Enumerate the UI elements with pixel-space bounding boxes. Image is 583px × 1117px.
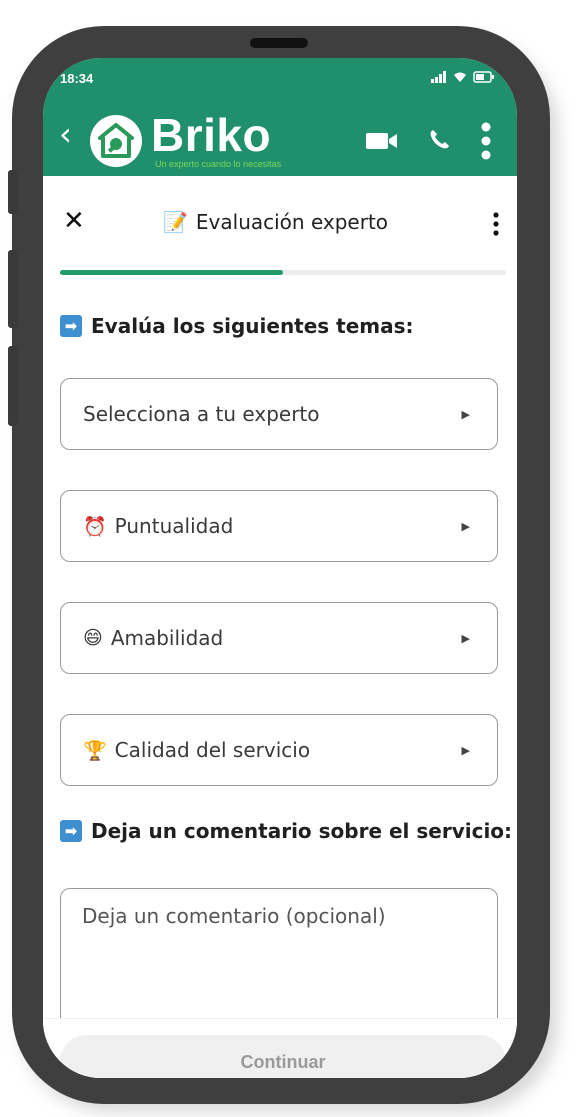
expert-select[interactable]: Selecciona a tu experto ▶ (60, 378, 498, 450)
screen: 18:34 ‹ Briko Un experto cuando lo neces… (43, 58, 517, 1078)
comment-heading-text: Deja un comentario sobre el servicio: (91, 819, 513, 843)
kindness-select[interactable]: 😄 Amabilidad ▶ (60, 602, 498, 674)
phone-icon[interactable] (427, 128, 451, 152)
wifi-icon (454, 72, 466, 82)
caret-right-icon: ▶ (461, 519, 470, 533)
page-title-text: Evaluación experto (195, 210, 389, 234)
punctuality-select-label: Puntualidad (114, 514, 234, 538)
status-time: 18:34 (60, 71, 94, 86)
close-icon[interactable]: ✕ (63, 208, 85, 234)
overflow-menu-icon[interactable] (481, 122, 491, 160)
service-quality-select[interactable]: 🏆 Calidad del servicio ▶ (60, 714, 498, 786)
back-icon[interactable]: ‹ (59, 118, 72, 150)
signal-icon (431, 71, 446, 83)
punctuality-select[interactable]: ⏰ Puntualidad ▶ (60, 490, 498, 562)
phone-side-button (8, 170, 18, 214)
topics-heading: ➡ Evalúa los siguientes temas: (60, 314, 414, 338)
panel-menu-icon[interactable] (493, 212, 499, 236)
phone-volume-up (8, 250, 18, 328)
evaluation-panel: ✕ 📝 Evaluación experto ➡ Evalúa los sigui… (43, 176, 517, 1078)
caret-right-icon: ▶ (461, 407, 470, 421)
logo-wrench-icon (90, 115, 142, 167)
trophy-icon: 🏆 (83, 739, 107, 762)
app-header: ‹ Briko Un experto cuando lo necesitas (43, 98, 517, 176)
comment-placeholder: Deja un comentario (opcional) (82, 904, 386, 928)
battery-icon (473, 71, 494, 83)
progress-fill (60, 270, 283, 275)
footer: Continuar (43, 1018, 517, 1078)
arrow-right-icon: ➡ (60, 820, 82, 842)
phone-volume-down (8, 346, 18, 426)
topics-heading-text: Evalúa los siguientes temas: (91, 314, 414, 338)
status-bar: 18:34 (43, 58, 517, 98)
phone-notch (250, 38, 308, 48)
smiley-icon: 😄 (83, 627, 103, 649)
expert-select-label: Selecciona a tu experto (83, 402, 320, 426)
progress-bar (60, 270, 506, 275)
comment-heading: ➡ Deja un comentario sobre el servicio: (60, 819, 512, 843)
caret-right-icon: ▶ (461, 743, 470, 757)
brand-name: Briko (151, 109, 272, 161)
caret-right-icon: ▶ (461, 631, 470, 645)
arrow-right-icon: ➡ (60, 315, 82, 337)
video-call-icon[interactable] (365, 130, 399, 152)
service-quality-select-label: Calidad del servicio (114, 738, 311, 762)
continue-button[interactable]: Continuar (60, 1035, 506, 1078)
brand-tagline: Un experto cuando lo necesitas (155, 159, 282, 169)
kindness-select-label: Amabilidad (110, 626, 224, 650)
page-title: 📝 Evaluación experto (163, 210, 388, 234)
memo-icon: 📝 (163, 210, 188, 234)
alarm-clock-icon: ⏰ (83, 515, 107, 538)
